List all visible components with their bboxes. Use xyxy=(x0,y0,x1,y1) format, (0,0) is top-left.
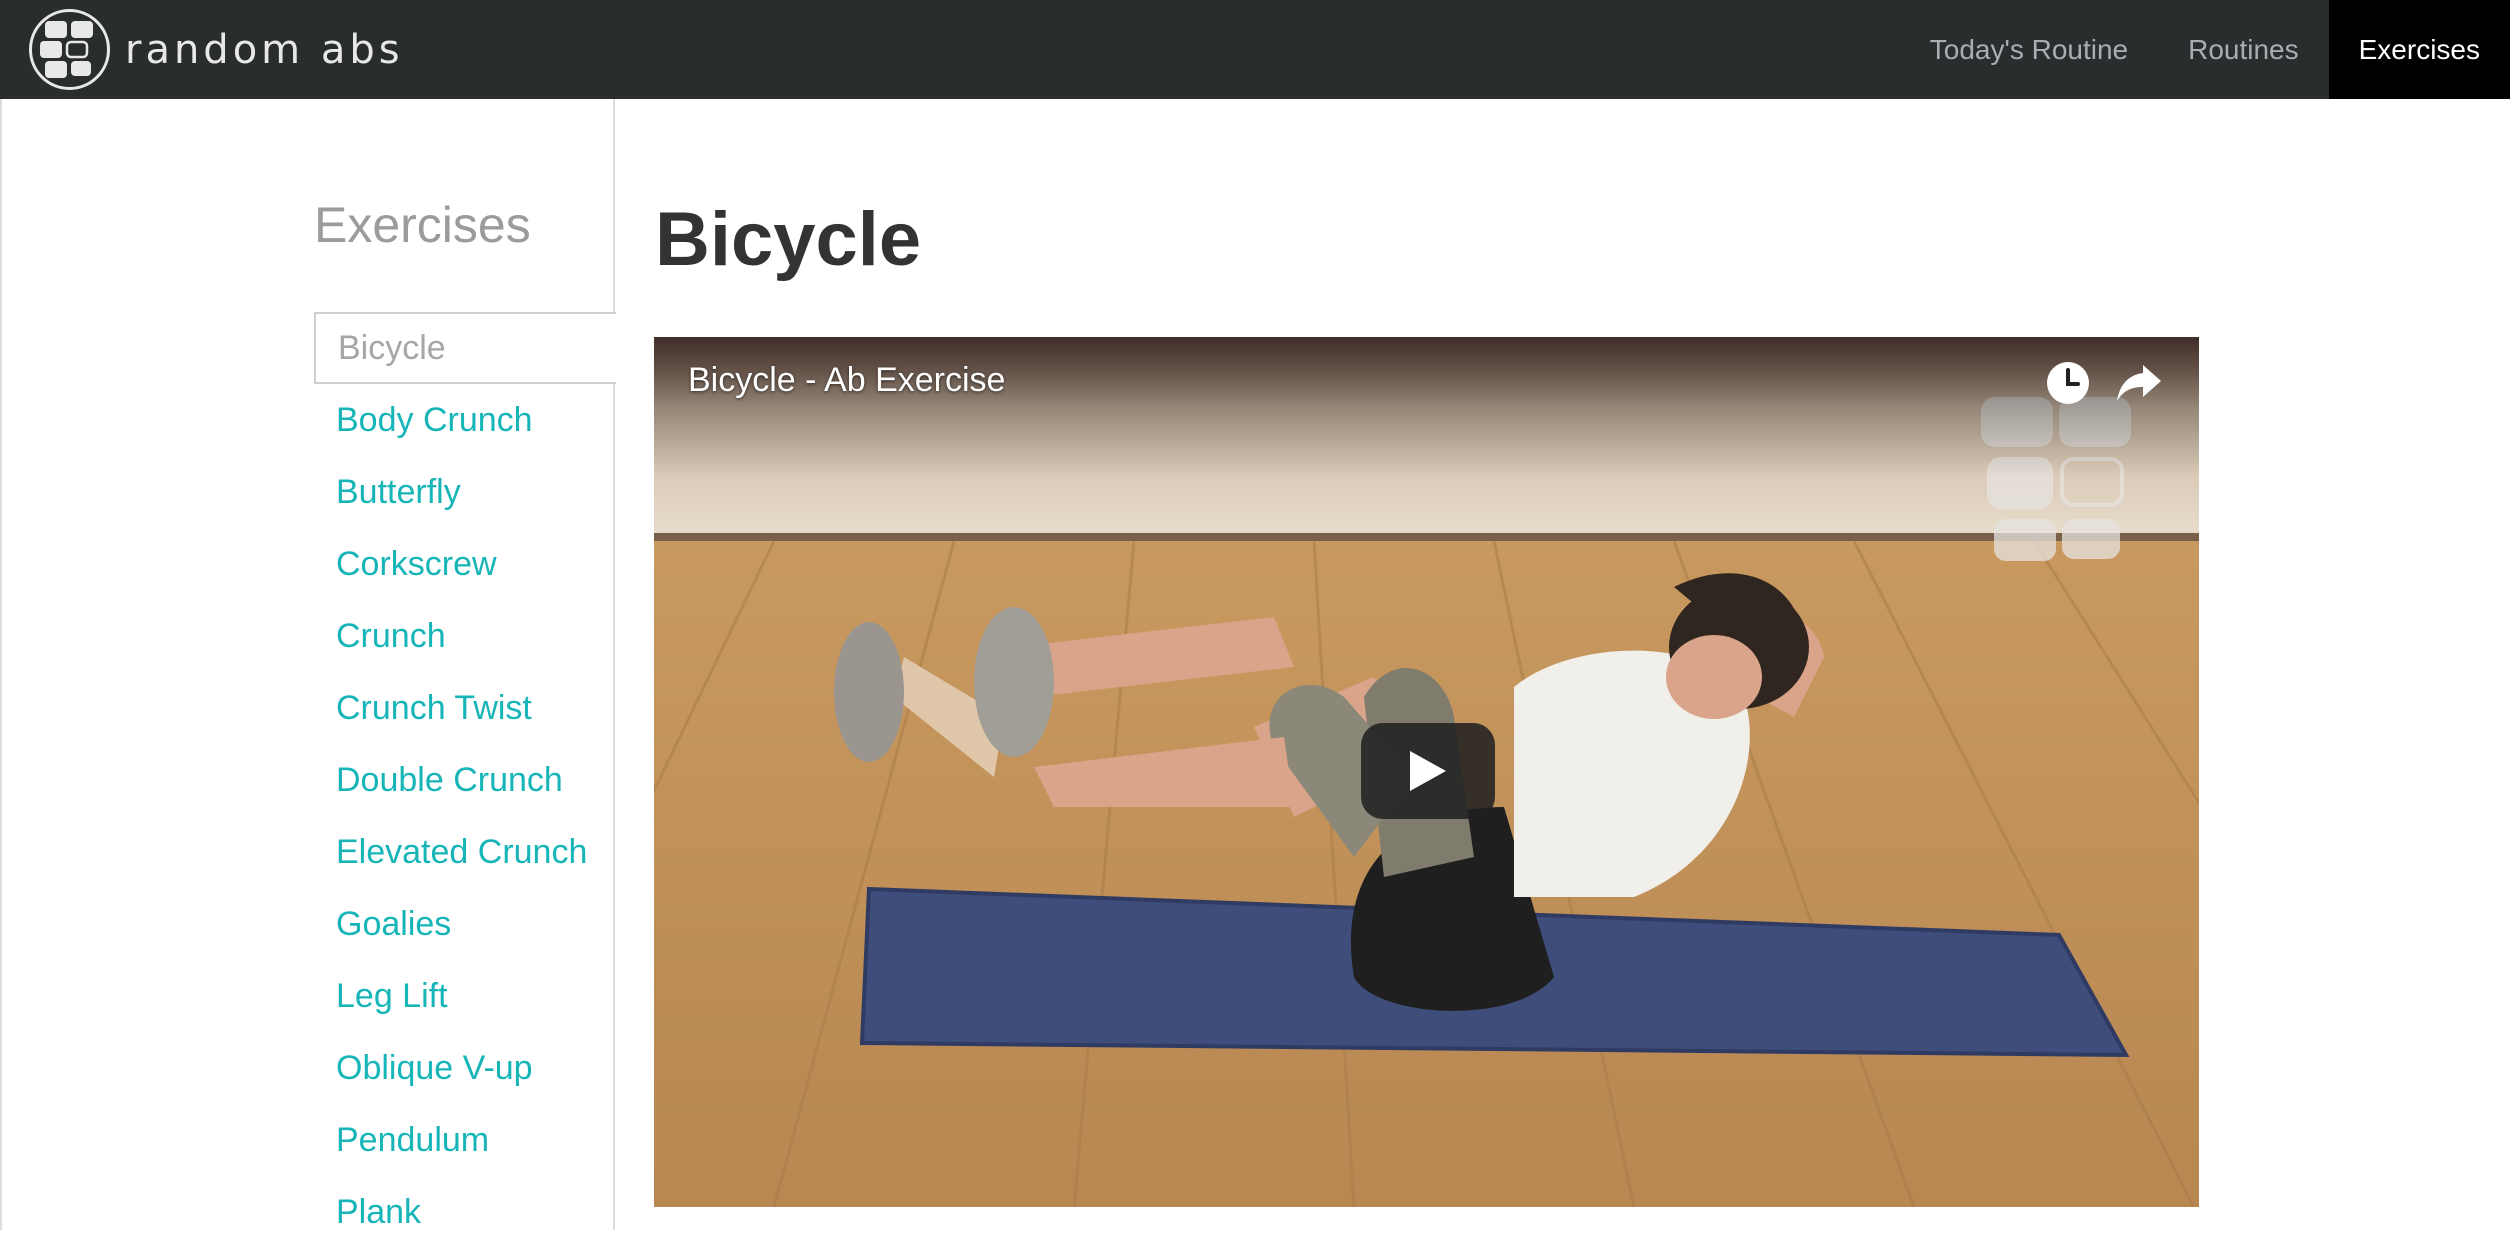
sidebar-item-crunch[interactable]: Crunch xyxy=(314,600,615,672)
brand-home-link[interactable]: random abs xyxy=(28,8,404,91)
sidebar-item-butterfly[interactable]: Butterfly xyxy=(314,456,615,528)
sidebar-item-corkscrew[interactable]: Corkscrew xyxy=(314,528,615,600)
sidebar-item-goalies[interactable]: Goalies xyxy=(314,888,615,960)
sidebar-item-crunch-twist[interactable]: Crunch Twist xyxy=(314,672,615,744)
play-icon xyxy=(1410,751,1446,791)
sidebar-title: Exercises xyxy=(314,197,531,253)
video-title[interactable]: Bicycle - Ab Exercise xyxy=(688,361,1005,400)
sidebar-item-body-crunch[interactable]: Body Crunch xyxy=(314,384,615,456)
sidebar-item-leg-lift[interactable]: Leg Lift xyxy=(314,960,615,1032)
sidebar-item-oblique-v-up[interactable]: Oblique V-up xyxy=(314,1032,615,1104)
sidebar-item-plank[interactable]: Plank xyxy=(314,1176,615,1248)
video-player[interactable]: Bicycle - Ab Exercise xyxy=(654,337,2199,1207)
nav-link-exercises[interactable]: Exercises xyxy=(2328,0,2510,99)
nav-link-routines[interactable]: Routines xyxy=(2158,0,2329,99)
sidebar-item-elevated-crunch[interactable]: Elevated Crunch xyxy=(314,816,615,888)
page-title: Bicycle xyxy=(655,197,922,282)
sidebar-item-pendulum[interactable]: Pendulum xyxy=(314,1104,615,1176)
share-icon[interactable] xyxy=(2115,361,2163,405)
main-nav: Today's Routine Routines Exercises xyxy=(1900,0,2510,99)
sidebar-item-bicycle[interactable]: Bicycle xyxy=(314,312,616,384)
nav-link-todays-routine[interactable]: Today's Routine xyxy=(1900,0,2158,99)
brand-name: random abs xyxy=(125,26,404,73)
abs-grid-logo-icon xyxy=(29,9,110,90)
sidebar-item-double-crunch[interactable]: Double Crunch xyxy=(314,744,615,816)
exercise-list: Bicycle Body Crunch Butterfly Corkscrew … xyxy=(314,312,616,1248)
play-button[interactable] xyxy=(1361,723,1495,819)
top-navbar: random abs Today's Routine Routines Exer… xyxy=(0,0,2510,99)
clock-icon[interactable] xyxy=(2044,359,2092,407)
